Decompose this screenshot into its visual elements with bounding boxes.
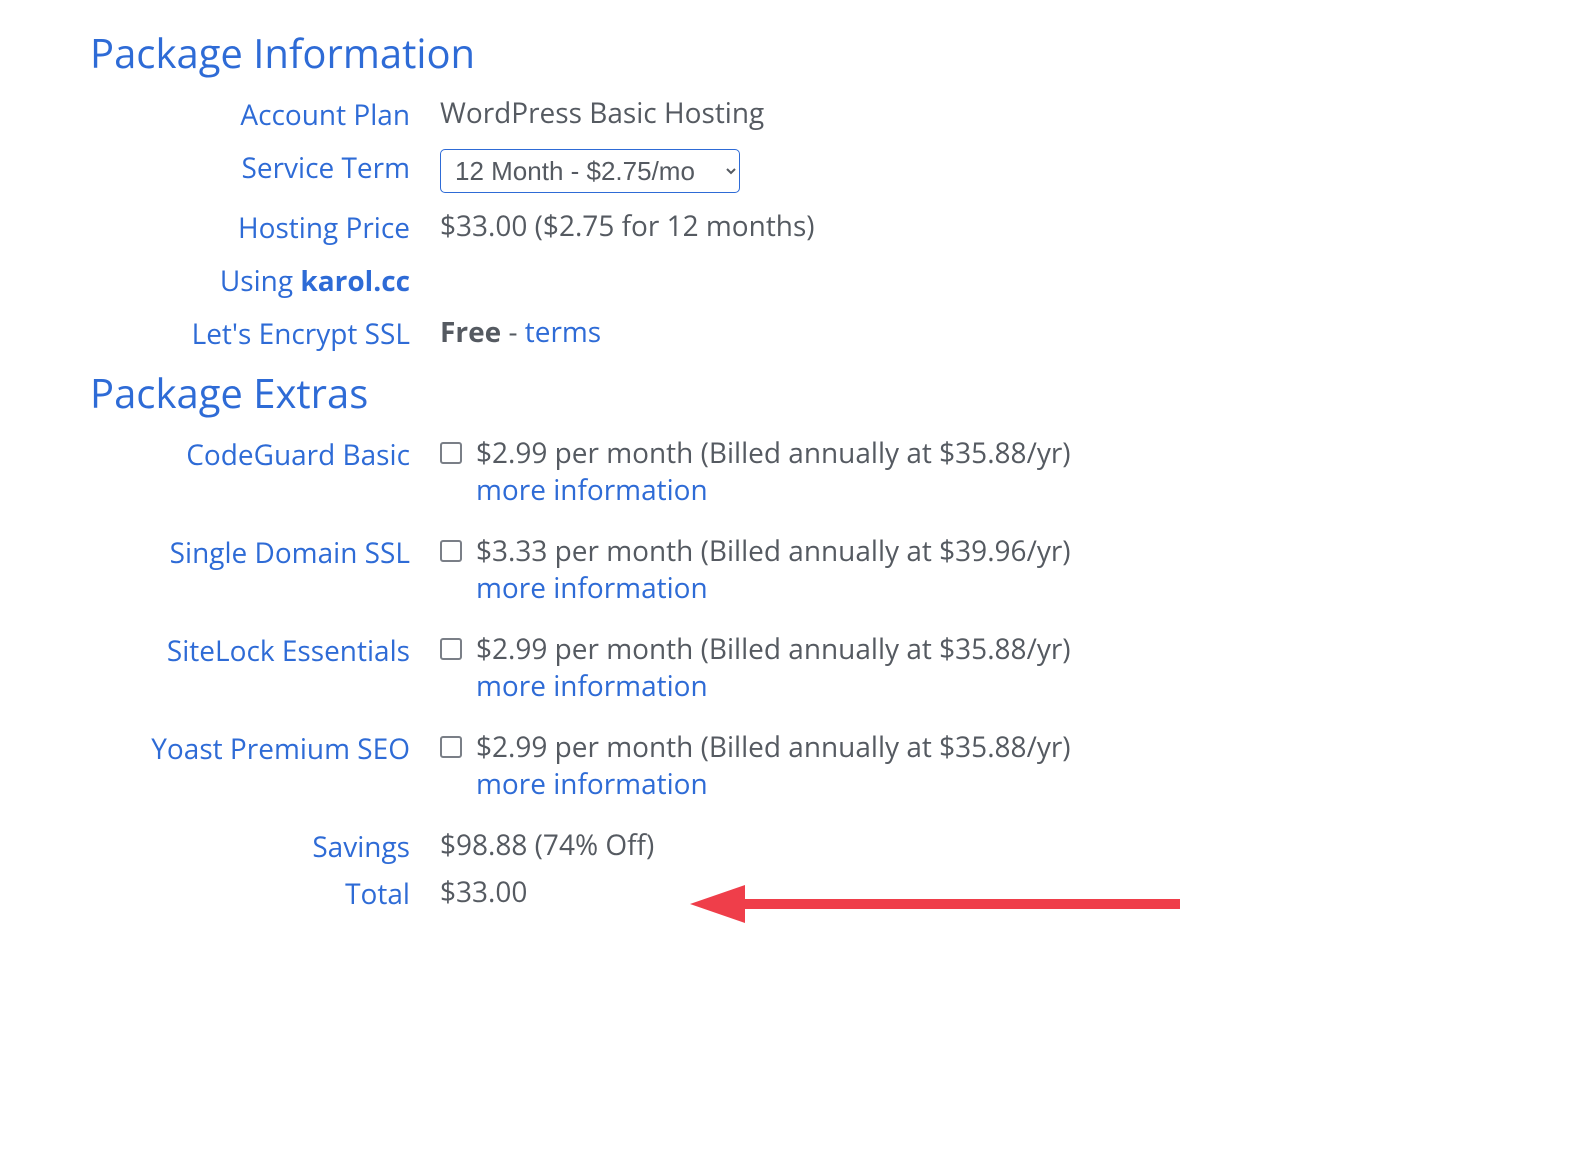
more-info-link-single-ssl[interactable]: more information — [476, 571, 1071, 606]
using-prefix: Using — [220, 262, 300, 300]
extra-price-single-ssl: $3.33 per month (Billed annually at $39.… — [476, 532, 1071, 570]
package-information-heading: Package Information — [90, 28, 1504, 78]
more-info-link-yoast[interactable]: more information — [476, 767, 1071, 802]
ssl-free-text: Free — [440, 313, 501, 351]
extra-checkbox-single-ssl[interactable] — [440, 540, 462, 562]
more-info-link-codeguard[interactable]: more information — [476, 473, 1071, 508]
total-value: $33.00 — [440, 875, 1504, 910]
extra-label-yoast: Yoast Premium SEO — [90, 730, 440, 767]
extra-label-single-ssl: Single Domain SSL — [90, 534, 440, 571]
extra-price-yoast: $2.99 per month (Billed annually at $35.… — [476, 728, 1071, 766]
extra-checkbox-sitelock[interactable] — [440, 638, 462, 660]
hosting-price-value: $33.00 ($2.75 for 12 months) — [440, 209, 1504, 244]
ssl-label: Let's Encrypt SSL — [90, 315, 440, 352]
ssl-terms-link[interactable]: terms — [525, 313, 601, 351]
extra-price-codeguard: $2.99 per month (Billed annually at $35.… — [476, 434, 1071, 472]
account-plan-label: Account Plan — [90, 96, 440, 133]
extra-checkbox-yoast[interactable] — [440, 736, 462, 758]
hosting-price-label: Hosting Price — [90, 209, 440, 246]
package-extras-heading: Package Extras — [90, 368, 1504, 418]
using-domain-name: karol.cc — [300, 262, 410, 300]
extra-label-sitelock: SiteLock Essentials — [90, 632, 440, 669]
savings-value: $98.88 (74% Off) — [440, 828, 1504, 863]
extra-price-sitelock: $2.99 per month (Billed annually at $35.… — [476, 630, 1071, 668]
ssl-value: Free - terms — [440, 315, 1504, 350]
extra-checkbox-codeguard[interactable] — [440, 442, 462, 464]
service-term-select[interactable]: 12 Month - $2.75/mo — [440, 149, 740, 193]
service-term-label: Service Term — [90, 149, 440, 186]
ssl-separator: - — [501, 313, 525, 351]
more-info-link-sitelock[interactable]: more information — [476, 669, 1071, 704]
account-plan-value: WordPress Basic Hosting — [440, 96, 1504, 131]
extra-label-codeguard: CodeGuard Basic — [90, 436, 440, 473]
using-domain-label: Using karol.cc — [90, 262, 440, 299]
savings-label: Savings — [90, 828, 440, 865]
total-label: Total — [90, 875, 440, 912]
